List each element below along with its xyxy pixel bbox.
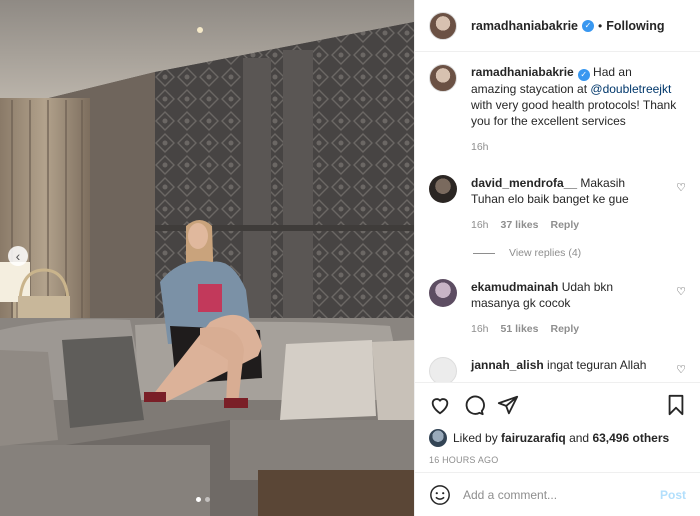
- view-replies-button[interactable]: View replies (4): [473, 247, 686, 259]
- post-header: ramadhaniabakrie ✓ • Following: [415, 0, 700, 52]
- reply-button[interactable]: Reply: [550, 321, 579, 337]
- likes-summary: Liked by fairuzarafiq and 63,496 others: [429, 429, 686, 447]
- commenter-avatar[interactable]: [429, 279, 457, 307]
- liker-avatar[interactable]: [429, 429, 447, 447]
- caption-text-end: with very good health protocols! Thank y…: [471, 98, 677, 128]
- comment-bubble-icon[interactable]: [463, 394, 485, 416]
- liker-username[interactable]: fairuzarafiq: [501, 431, 566, 445]
- carousel-indicator: [196, 497, 210, 502]
- caption-meta: 16h: [471, 139, 677, 155]
- commenter-username[interactable]: jannah_alish: [471, 358, 544, 372]
- caption-text: ramadhaniabakrie ✓ Had an amazing staycat…: [471, 64, 677, 155]
- commenter-username[interactable]: david_mendrofa__: [471, 176, 577, 190]
- like-comment-heart-icon[interactable]: ♡: [676, 181, 686, 194]
- commenter-username[interactable]: ekamudmainah: [471, 280, 558, 294]
- caption-mention-link[interactable]: @doubletreejkt: [590, 82, 671, 96]
- like-heart-icon[interactable]: [429, 394, 451, 416]
- caption-time: 16h: [471, 141, 489, 153]
- likes-prefix: Liked by: [453, 431, 498, 445]
- carousel-dot: [205, 497, 210, 502]
- reply-button[interactable]: Reply: [550, 217, 579, 233]
- share-send-icon[interactable]: [497, 394, 519, 416]
- verified-badge-icon: ✓: [577, 69, 590, 81]
- commenter-avatar[interactable]: [429, 175, 457, 203]
- comment-item: ekamudmainah Udah bkn masanya gk cocok 1…: [429, 279, 686, 337]
- comment-likes[interactable]: 37 likes: [501, 217, 539, 233]
- likes-count[interactable]: 63,496 others: [592, 431, 669, 445]
- comment-input[interactable]: [463, 487, 660, 502]
- author-username[interactable]: ramadhaniabakrie: [471, 19, 578, 33]
- post-photo[interactable]: ‹: [0, 0, 414, 516]
- previous-image-button[interactable]: ‹: [8, 246, 28, 266]
- photo-illustration: [0, 0, 414, 516]
- caption-avatar[interactable]: [429, 64, 457, 92]
- post-timestamp: 16 HOURS AGO: [429, 455, 499, 465]
- comment-text: ingat teguran Allah: [543, 358, 647, 372]
- verified-badge-icon: ✓: [582, 19, 594, 32]
- comments-list[interactable]: ramadhaniabakrie ✓ Had an amazing staycat…: [415, 52, 700, 382]
- comment-item: jannah_alish ingat teguran Allah ♡: [429, 357, 686, 382]
- add-comment-bar: Post: [415, 472, 700, 516]
- emoji-icon[interactable]: [429, 484, 451, 506]
- separator-dot: •: [598, 18, 603, 33]
- comment-time: 16h: [471, 323, 489, 335]
- comment-time: 16h: [471, 219, 489, 231]
- like-comment-heart-icon[interactable]: ♡: [676, 285, 686, 298]
- commenter-avatar[interactable]: [429, 357, 457, 382]
- author-avatar[interactable]: [429, 11, 457, 40]
- following-button[interactable]: Following: [606, 19, 664, 33]
- post-actions: Liked by fairuzarafiq and 63,496 others …: [415, 382, 700, 465]
- bookmark-icon[interactable]: [666, 394, 686, 416]
- post-sidebar: ramadhaniabakrie ✓ • Following ramadhani…: [414, 0, 700, 516]
- carousel-dot-active: [196, 497, 201, 502]
- post-comment-button[interactable]: Post: [660, 488, 686, 502]
- replies-divider-line: [473, 252, 495, 254]
- likes-middle: and: [569, 431, 590, 445]
- caption-username[interactable]: ramadhaniabakrie: [471, 65, 574, 79]
- comment-item: david_mendrofa__ Makasih Tuhan elo baik …: [429, 175, 686, 233]
- chevron-left-icon: ‹: [15, 247, 21, 264]
- like-comment-heart-icon[interactable]: ♡: [676, 363, 686, 376]
- view-replies-label: View replies (4): [509, 247, 582, 259]
- comment-likes[interactable]: 51 likes: [501, 321, 539, 337]
- post-caption: ramadhaniabakrie ✓ Had an amazing staycat…: [429, 64, 686, 155]
